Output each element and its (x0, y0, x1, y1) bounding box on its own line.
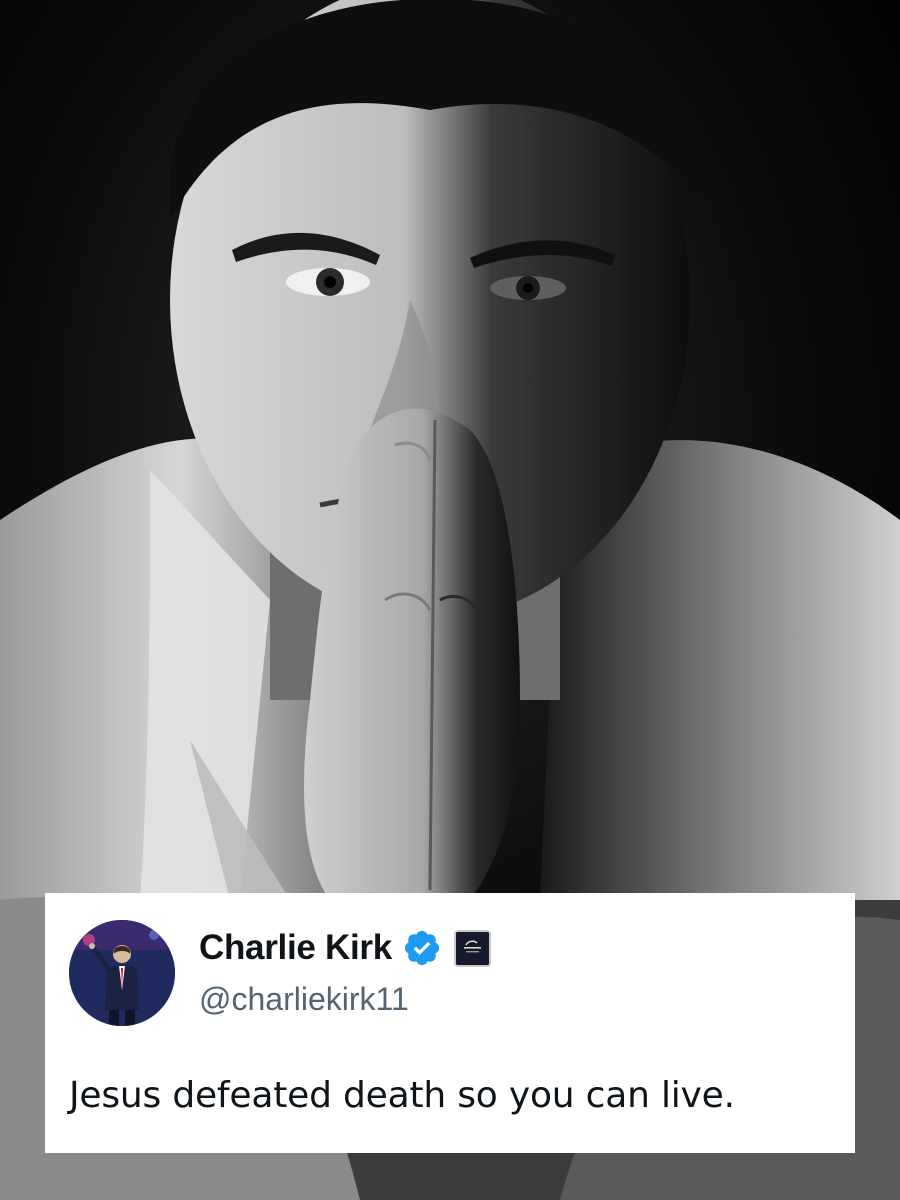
tweet-card[interactable]: Charlie Kirk @charliekirk11 Jesus defeat… (45, 893, 855, 1153)
user-handle[interactable]: @charliekirk11 (199, 981, 409, 1018)
verified-badge-icon[interactable] (402, 928, 442, 968)
name-row: Charlie Kirk (199, 926, 491, 970)
organization-affiliate-badge-icon[interactable] (453, 929, 491, 967)
avatar[interactable] (69, 920, 175, 1026)
tweet-text: Jesus defeated death so you can live. (69, 1075, 735, 1116)
display-name[interactable]: Charlie Kirk (199, 928, 392, 968)
